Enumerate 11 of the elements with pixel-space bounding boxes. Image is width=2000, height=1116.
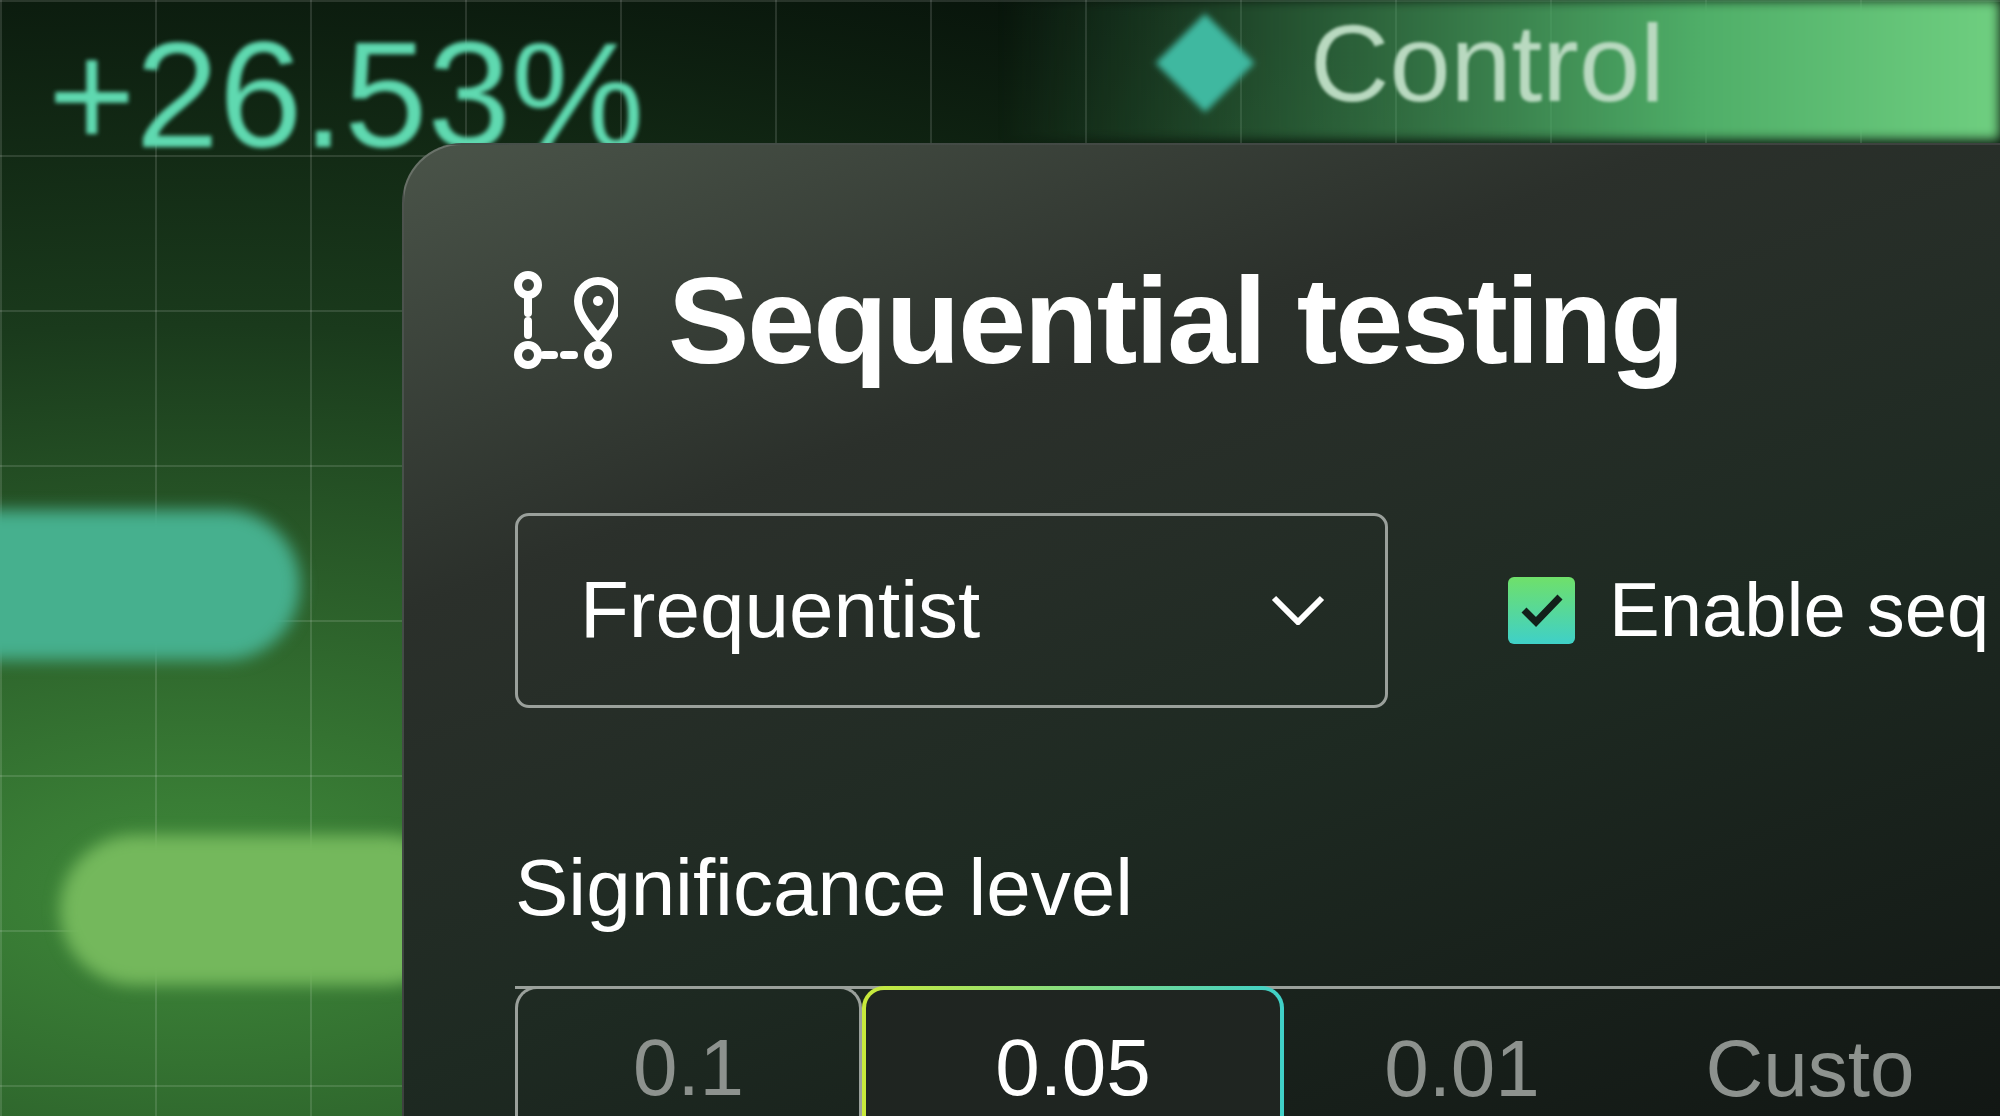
method-dropdown[interactable]: Frequentist	[515, 512, 1388, 708]
panel-title: Sequential testing	[668, 252, 1683, 391]
segment-option[interactable]: Custo	[1640, 988, 1980, 1116]
segment-option[interactable]: 0.01	[1284, 988, 1640, 1116]
legend-label: Control	[1310, 0, 1665, 126]
chevron-down-icon	[1271, 595, 1325, 625]
checkmark-icon	[1519, 593, 1564, 627]
checkbox-label: Enable seq	[1609, 566, 1990, 654]
checkbox[interactable]	[1508, 576, 1575, 644]
route-icon	[514, 271, 618, 372]
metric-value: +26.53%	[48, 20, 645, 170]
